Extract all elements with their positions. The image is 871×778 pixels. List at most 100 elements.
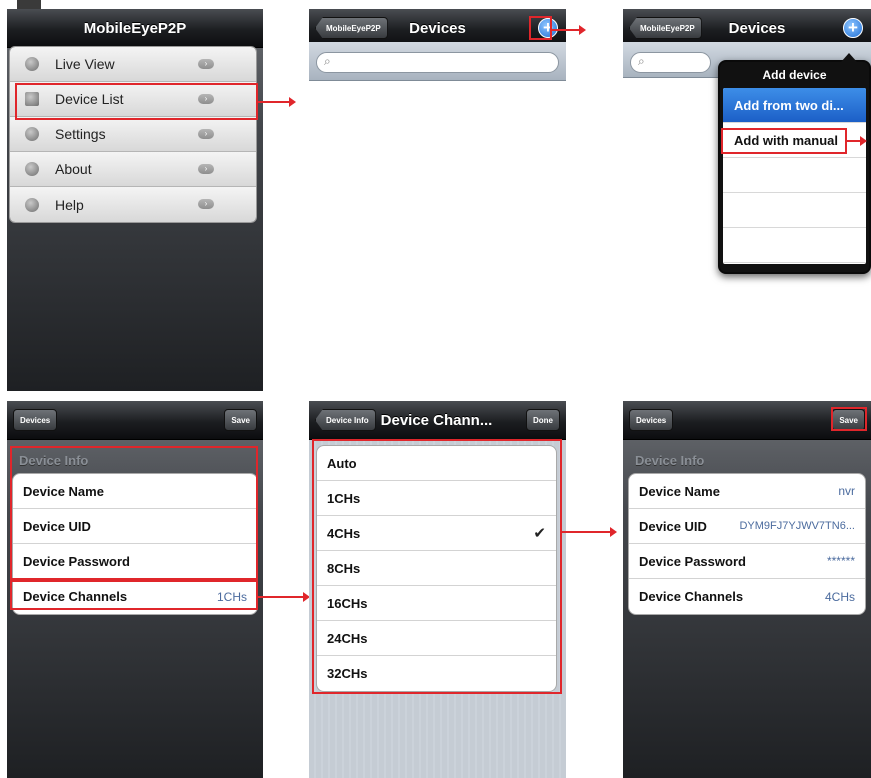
back-button[interactable]: MobileEyeP2P: [629, 17, 702, 39]
option-label: 1CHs: [327, 490, 361, 506]
option-label: 8CHs: [327, 560, 361, 576]
help-icon: [25, 197, 39, 212]
row-label: Device Name: [639, 483, 720, 499]
add-from-two-dimensional-item[interactable]: Add from two di...: [723, 88, 866, 123]
search-icon: ⌕: [638, 54, 645, 68]
flow-arrow: [258, 592, 310, 602]
device-info-screen: Devices Save Device Info Device Name Dev…: [7, 401, 263, 778]
section-header: Device Info: [635, 453, 705, 468]
chevron-right-icon: ›: [198, 199, 214, 209]
channel-option-auto[interactable]: Auto: [317, 446, 556, 481]
popover-pointer: [841, 53, 857, 62]
empty-list-item: [723, 193, 866, 228]
page-title: Device Chann...: [380, 411, 493, 429]
search-input[interactable]: ⌕: [630, 52, 711, 73]
channel-options-list: Auto 1CHs 4CHs ✔ 8CHs 16CHs 24CHs 32CHs: [316, 445, 557, 692]
chevron-right-icon: ›: [198, 94, 214, 104]
navigation-bar: Device Info Device Chann... Done: [309, 401, 566, 440]
option-label: 16CHs: [327, 595, 368, 611]
channel-option-4chs[interactable]: 4CHs ✔: [317, 516, 556, 551]
device-channels-row[interactable]: Device Channels 4CHs: [629, 579, 865, 614]
option-label: Auto: [327, 455, 357, 471]
devices-back-button[interactable]: Devices: [629, 409, 674, 431]
row-label: Device UID: [639, 518, 707, 534]
menu-item-live-view[interactable]: Live View ›: [10, 47, 256, 82]
row-value: ******: [826, 554, 855, 568]
device-list-icon: [25, 92, 39, 106]
row-value: 1CHs: [216, 589, 247, 604]
add-device-button[interactable]: +: [538, 18, 558, 38]
row-value: DYM9FJ7YJWV7TN6...: [739, 520, 855, 532]
option-label: 24CHs: [327, 630, 368, 646]
corner-tab: [17, 0, 41, 9]
back-button[interactable]: Device Info: [315, 409, 376, 431]
menu-item-label: Live View: [55, 56, 115, 72]
row-value: 4CHs: [824, 589, 855, 604]
app-title: MobileEyeP2P: [83, 19, 187, 37]
device-password-row[interactable]: Device Password ******: [629, 544, 865, 579]
flow-arrow: [552, 25, 586, 35]
devices-screen: MobileEyeP2P Devices + ⌕: [309, 9, 566, 81]
empty-list-item: [723, 228, 866, 263]
search-input[interactable]: ⌕: [316, 52, 559, 73]
add-with-manual-item[interactable]: Add with manual: [723, 123, 866, 158]
chevron-right-icon: ›: [198, 129, 214, 139]
channel-option-24chs[interactable]: 24CHs: [317, 621, 556, 656]
menu-item-help[interactable]: Help ›: [10, 187, 256, 222]
option-label: 4CHs: [327, 525, 361, 541]
search-icon: ⌕: [324, 54, 331, 68]
main-menu-screen: MobileEyeP2P Live View › Device List › S…: [7, 9, 263, 391]
row-label: Device UID: [23, 518, 91, 534]
menu-item-label: Help: [55, 196, 84, 213]
gears-icon: [25, 127, 39, 141]
device-password-row[interactable]: Device Password: [13, 544, 257, 579]
navigation-bar: Devices Save: [623, 401, 871, 440]
popover-list: Add from two di... Add with manual: [723, 88, 866, 264]
flow-arrow: [847, 136, 867, 146]
device-name-row[interactable]: Device Name nvr: [629, 474, 865, 509]
row-value: nvr: [838, 484, 855, 498]
device-name-row[interactable]: Device Name: [13, 474, 257, 509]
device-info-group: Device Name nvr Device UID DYM9FJ7YJWV7T…: [628, 473, 866, 615]
channel-option-8chs[interactable]: 8CHs: [317, 551, 556, 586]
add-device-button[interactable]: +: [843, 18, 863, 38]
menu-item-label: About: [55, 161, 92, 177]
device-info-filled-screen: Devices Save Device Info Device Name nvr…: [623, 401, 871, 778]
device-uid-row[interactable]: Device UID DYM9FJ7YJWV7TN6...: [629, 509, 865, 544]
back-button[interactable]: MobileEyeP2P: [315, 17, 388, 39]
menu-item-settings[interactable]: Settings ›: [10, 117, 256, 152]
row-label: Device Password: [639, 553, 746, 569]
row-label: Device Name: [23, 483, 104, 499]
info-icon: [25, 162, 39, 176]
menu-item-label: Settings: [55, 126, 106, 142]
empty-list-item: [723, 158, 866, 193]
chevron-right-icon: ›: [198, 164, 214, 174]
menu-item-about[interactable]: About ›: [10, 152, 256, 187]
page-title: Devices: [728, 19, 786, 37]
channel-option-1chs[interactable]: 1CHs: [317, 481, 556, 516]
navigation-bar: Devices Save: [7, 401, 263, 440]
flow-arrow: [258, 97, 296, 107]
flow-arrow: [562, 527, 617, 537]
device-channels-row[interactable]: Device Channels 1CHs: [13, 579, 257, 614]
device-uid-row[interactable]: Device UID: [13, 509, 257, 544]
main-menu: Live View › Device List › Settings › Abo…: [9, 46, 257, 223]
device-info-group: Device Name Device UID Device Password D…: [12, 473, 258, 615]
row-label: Device Channels: [639, 589, 744, 604]
search-bar: ⌕: [309, 42, 566, 81]
navigation-bar: MobileEyeP2P: [7, 9, 263, 48]
save-button[interactable]: Save: [832, 409, 865, 431]
menu-item-device-list[interactable]: Device List ›: [10, 82, 256, 117]
add-device-popover: Add device Add from two di... Add with m…: [718, 53, 871, 274]
row-label: Device Channels: [23, 589, 128, 604]
done-button[interactable]: Done: [526, 409, 560, 431]
channel-option-32chs[interactable]: 32CHs: [317, 656, 556, 691]
save-button[interactable]: Save: [224, 409, 257, 431]
menu-item-label: Device List: [55, 91, 124, 107]
channel-option-16chs[interactable]: 16CHs: [317, 586, 556, 621]
chevron-right-icon: ›: [198, 59, 214, 69]
popover-title: Add device: [762, 68, 827, 82]
devices-back-button[interactable]: Devices: [13, 409, 58, 431]
page-title: Devices: [409, 19, 466, 37]
section-header: Device Info: [19, 453, 89, 468]
